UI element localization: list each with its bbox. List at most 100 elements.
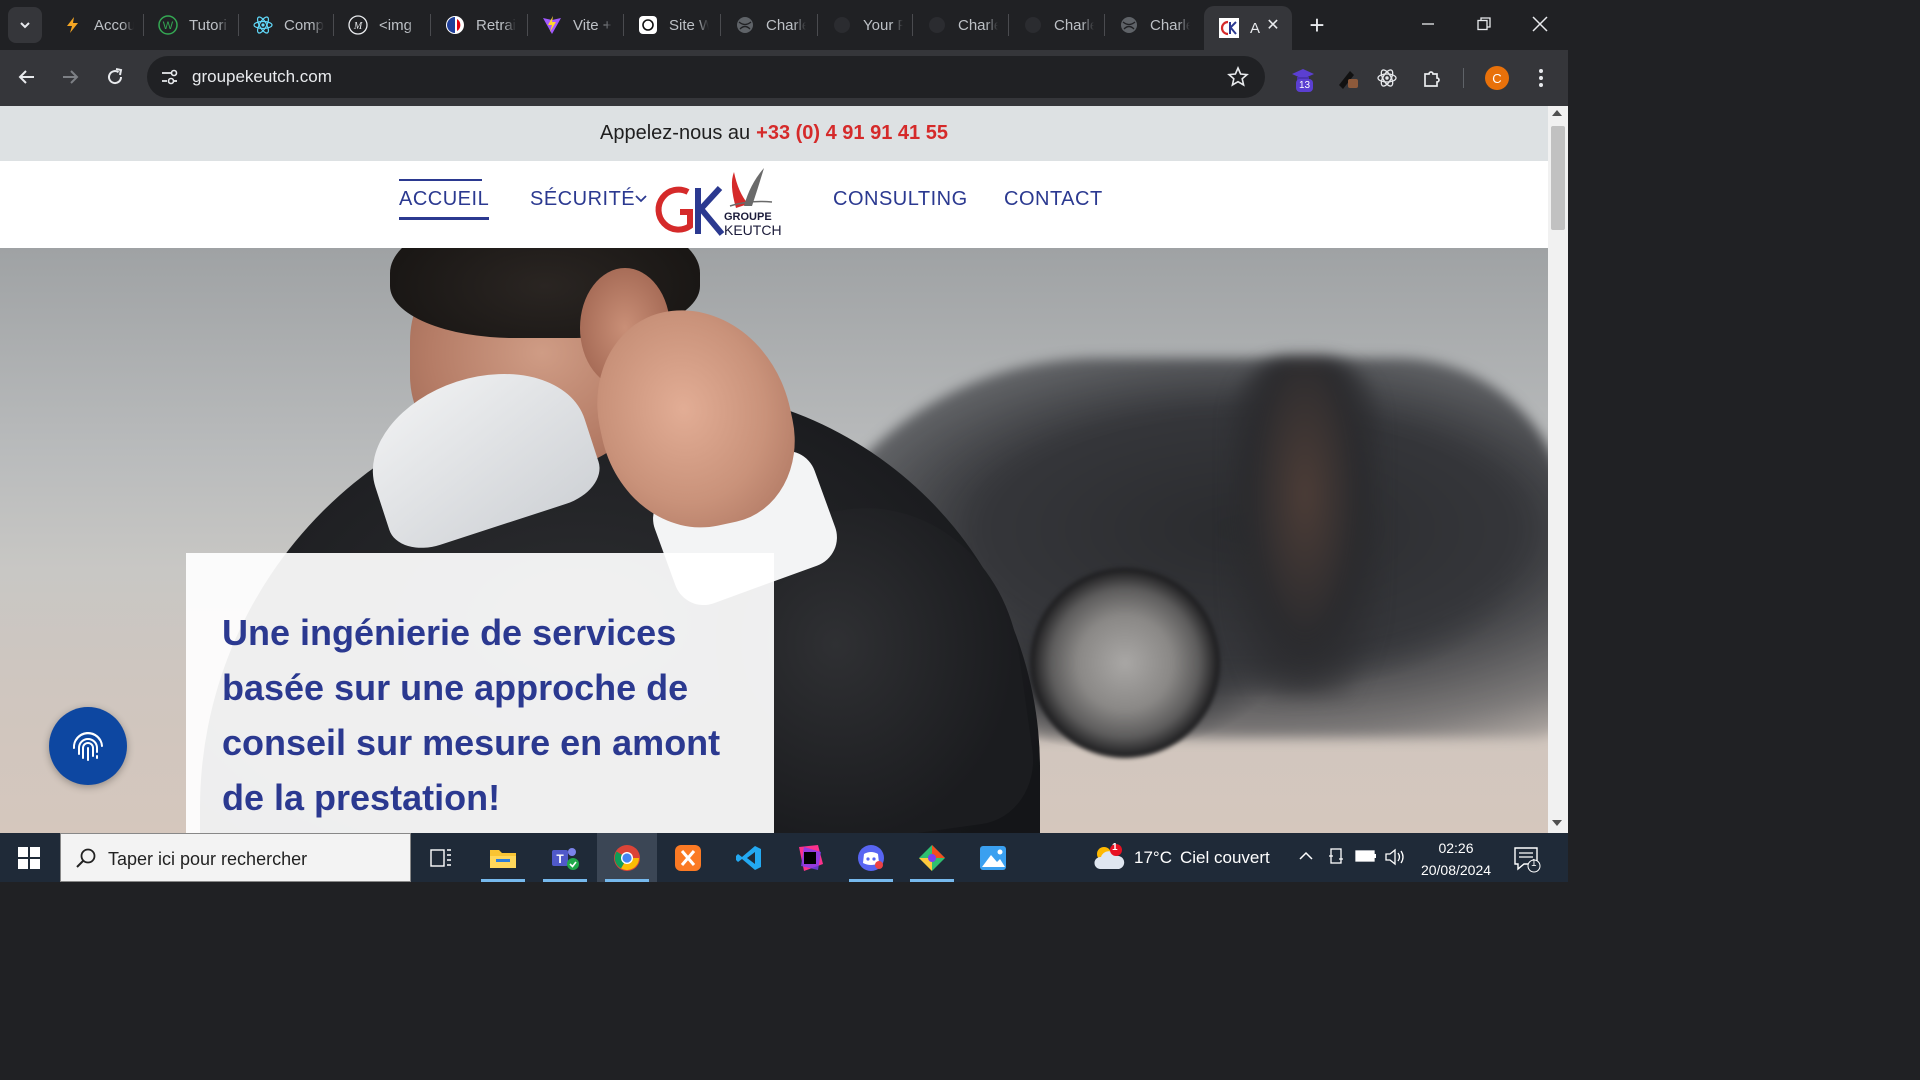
browser-tab[interactable]: Comp xyxy=(238,6,332,44)
atom-extension-icon[interactable] xyxy=(1372,63,1402,93)
jetbrains-icon xyxy=(799,844,823,871)
close-icon xyxy=(1532,16,1548,32)
browser-tab[interactable]: Charle xyxy=(720,6,814,44)
extensions-puzzle-icon[interactable] xyxy=(1417,63,1447,93)
weather-widget[interactable]: 1 17°C Ciel couvert xyxy=(1092,842,1270,873)
fingerprint-icon xyxy=(72,731,103,761)
new-tab-button[interactable]: + xyxy=(1302,10,1332,40)
tab-strip: Accou W Tutori Comp M <img Retrai Vite +… xyxy=(0,0,1568,50)
groupe-keutch-logo[interactable]: GROUPE KEUTCH xyxy=(654,164,782,242)
scroll-down-arrow-icon[interactable] xyxy=(1552,820,1562,826)
weather-temp: 17°C xyxy=(1134,848,1172,867)
gitkraken-app[interactable] xyxy=(902,833,962,882)
teams-app[interactable]: T xyxy=(535,833,595,882)
photos-icon xyxy=(980,845,1006,870)
site-info-icon[interactable] xyxy=(159,67,179,92)
browser-toolbar: groupekeutch.com xyxy=(0,50,1568,106)
active-indicator xyxy=(399,179,482,181)
taskbar-search-placeholder: Taper ici pour rechercher xyxy=(108,849,308,869)
photos-app[interactable] xyxy=(963,833,1023,882)
scrollbar-thumb[interactable] xyxy=(1551,126,1565,230)
vscode-app[interactable] xyxy=(719,833,779,882)
globe-icon xyxy=(1118,14,1140,36)
chrome-app[interactable] xyxy=(597,833,657,882)
clock-time: 02:26 xyxy=(1438,840,1474,856)
vite-icon xyxy=(541,14,563,36)
browser-tab[interactable]: Site W xyxy=(623,6,717,44)
xampp-app[interactable] xyxy=(658,833,718,882)
tab-search-button[interactable] xyxy=(8,7,42,43)
jetbrains-app[interactable] xyxy=(780,833,840,882)
arrow-right-icon xyxy=(63,70,79,84)
volume-icon[interactable] xyxy=(1384,847,1406,872)
teams-icon: T xyxy=(552,847,579,870)
browser-tab[interactable]: Accou xyxy=(48,6,142,44)
close-window-button[interactable] xyxy=(1512,0,1568,48)
weather-condition: Ciel couvert xyxy=(1179,848,1270,867)
discord-app[interactable] xyxy=(841,833,901,882)
github-icon xyxy=(831,14,853,36)
notification-count: 1 xyxy=(1531,858,1537,869)
reload-button[interactable] xyxy=(98,60,132,94)
bookmark-star-icon[interactable] xyxy=(1227,65,1249,93)
file-explorer-app[interactable] xyxy=(473,833,533,882)
start-button[interactable] xyxy=(0,833,58,882)
browser-tab[interactable]: Retrai xyxy=(430,6,524,44)
nav-securite[interactable]: SÉCURITÉ xyxy=(530,188,635,211)
browser-tab[interactable]: Charle xyxy=(1104,6,1198,44)
scroll-up-arrow-icon[interactable] xyxy=(1552,110,1562,116)
browser-tab[interactable]: Charle xyxy=(912,6,1006,44)
vscode-icon xyxy=(736,845,761,870)
browser-tab[interactable]: Your F xyxy=(817,6,911,44)
nav-consulting[interactable]: CONSULTING xyxy=(833,188,968,211)
hero-text-card: Une ingénierie de services basée sur une… xyxy=(186,553,774,833)
taskbar-search[interactable]: Taper ici pour rechercher xyxy=(60,833,411,882)
forward-button[interactable] xyxy=(53,60,87,94)
discord-icon xyxy=(858,844,884,871)
url-text[interactable]: groupekeutch.com xyxy=(192,67,332,87)
web-page: Appelez-nous au +33 (0) 4 91 91 41 55 AC… xyxy=(0,106,1548,833)
chevron-down-icon[interactable] xyxy=(634,194,648,204)
extension-badge: 13 xyxy=(1296,79,1314,92)
arrow-left-icon xyxy=(18,70,34,84)
accessibility-button[interactable] xyxy=(49,707,127,785)
task-view-button[interactable] xyxy=(411,833,471,882)
browser-tab[interactable]: M <img xyxy=(333,6,427,44)
m-icon: M xyxy=(347,14,369,36)
windows-taskbar: Taper ici pour rechercher T 1 17°C Ciel … xyxy=(0,833,1568,882)
kebab-menu-icon[interactable] xyxy=(1526,63,1556,93)
notification-center-icon[interactable]: 1 xyxy=(1512,845,1542,878)
flag-icon xyxy=(444,14,466,36)
phone-link[interactable]: +33 (0) 4 91 91 41 55 xyxy=(756,122,948,145)
minimize-icon xyxy=(1422,23,1434,25)
cloud-sun-icon xyxy=(1094,844,1125,869)
svg-text:M: M xyxy=(353,21,363,32)
chevron-up-icon[interactable] xyxy=(1297,847,1315,870)
nav-contact[interactable]: CONTACT xyxy=(1004,188,1103,211)
minimize-button[interactable] xyxy=(1400,0,1456,48)
profile-avatar[interactable]: C xyxy=(1485,66,1509,90)
w-icon: W xyxy=(157,14,179,36)
system-clock[interactable]: 02:26 20/08/2024 xyxy=(1410,837,1502,881)
browser-tab[interactable]: Vite + xyxy=(527,6,621,44)
browser-tab[interactable]: Charle xyxy=(1008,6,1102,44)
pen-extension-icon[interactable] xyxy=(1332,63,1362,93)
svg-text:W: W xyxy=(163,20,174,32)
folder-icon xyxy=(490,849,516,868)
browser-tab[interactable]: W Tutori xyxy=(143,6,237,44)
main-nav: ACCUEIL SÉCURITÉ GROUPE KEUTCH CONSULTIN… xyxy=(0,161,1548,248)
close-tab-icon[interactable]: ✕ xyxy=(1264,16,1282,34)
openai-icon xyxy=(637,14,659,36)
logo-line2: KEUTCH xyxy=(724,222,782,238)
back-button[interactable] xyxy=(10,60,44,94)
call-banner: Appelez-nous au +33 (0) 4 91 91 41 55 xyxy=(0,106,1548,161)
react-icon xyxy=(252,14,274,36)
gk-icon xyxy=(1218,17,1240,39)
tablet-mode-icon[interactable] xyxy=(1327,847,1345,872)
address-bar[interactable]: groupekeutch.com xyxy=(147,56,1265,98)
hero-wheel-shape xyxy=(1030,568,1220,758)
nav-accueil[interactable]: ACCUEIL xyxy=(399,188,490,220)
browser-tab-active[interactable]: A ✕ xyxy=(1204,6,1292,50)
restore-button[interactable] xyxy=(1456,0,1512,48)
battery-icon[interactable] xyxy=(1354,847,1378,870)
